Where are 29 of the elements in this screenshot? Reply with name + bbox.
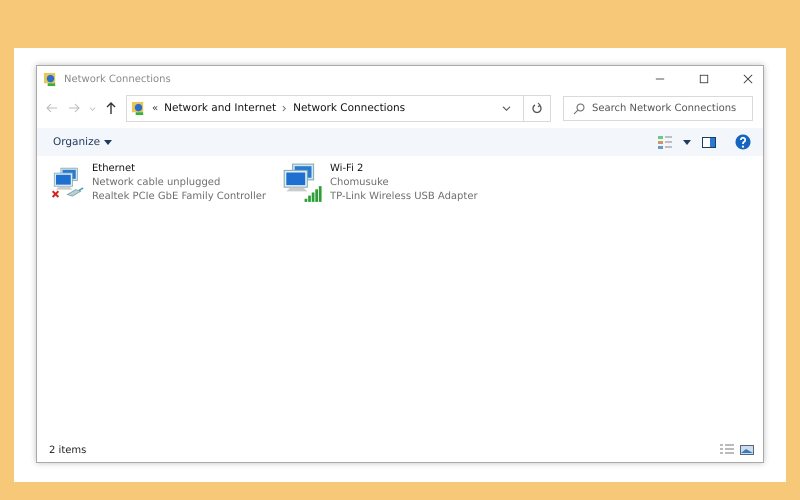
refresh-icon: [531, 102, 543, 114]
connection-name[interactable]: Wi-Fi 2: [330, 162, 478, 176]
adapter-name: Realtek PCIe GbE Family Controller: [92, 190, 266, 204]
up-arrow-icon[interactable]: [104, 101, 118, 115]
item-count: 2 items: [49, 444, 86, 456]
network-folder-icon: [131, 100, 146, 116]
search-icon: [573, 102, 585, 114]
connection-name[interactable]: Ethernet: [92, 162, 266, 176]
search-field[interactable]: Search Network Connections: [563, 96, 753, 120]
network-folder-icon: [43, 72, 58, 86]
help-icon[interactable]: [735, 134, 751, 150]
address-bar[interactable]: « Network and Internet Network Connections: [126, 94, 551, 122]
caret-icon: [104, 140, 112, 144]
breadcrumb[interactable]: Network Connections: [293, 102, 406, 114]
connection-status: Chomusuke: [330, 176, 390, 190]
window-title: Network Connections: [64, 74, 171, 84]
view-options-icon[interactable]: [657, 134, 673, 150]
maximize-icon[interactable]: [699, 74, 709, 84]
chevron-icon[interactable]: [282, 104, 288, 112]
breadcrumb[interactable]: Network and Internet: [164, 102, 276, 114]
large-icons-view-icon[interactable]: [739, 443, 755, 457]
dropdown-caret-icon[interactable]: [502, 104, 511, 112]
organize-button[interactable]: Organize: [47, 134, 118, 150]
caret-icon[interactable]: [683, 140, 691, 144]
preview-pane-icon[interactable]: [701, 134, 717, 150]
overflow-chevron[interactable]: «: [152, 102, 158, 114]
adapter-name: TP-Link Wireless USB Adapter: [330, 190, 478, 204]
close-icon[interactable]: [743, 74, 753, 84]
connection-status: Network cable unplugged: [92, 176, 222, 190]
